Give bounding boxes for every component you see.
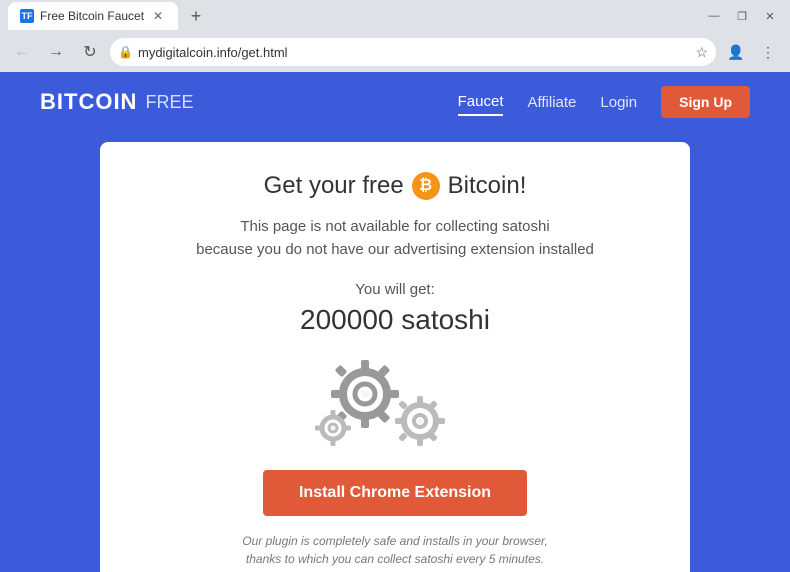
card-subtitle: This page is not available for collectin… [140,216,650,261]
browser-chrome: TF Free Bitcoin Faucet ✕ + — ❐ ✕ ← → ↻ 🔒… [0,0,790,72]
nav-login[interactable]: Login [600,90,637,115]
url-input[interactable] [110,38,716,66]
close-button[interactable]: ✕ [758,4,782,28]
logo-bitcoin-text: BITCOIN [40,89,137,115]
tab-title: Free Bitcoin Faucet [40,9,144,23]
you-will-get-label: You will get: [140,281,650,298]
tab-bar: TF Free Bitcoin Faucet ✕ + [8,2,210,30]
minimize-button[interactable]: — [702,4,726,28]
url-bar-actions: ☆ [695,44,708,61]
address-bar: ← → ↻ 🔒 ☆ 👤 ⋮ [0,32,790,72]
main-card: Get your free ₿ Bitcoin! This page is no… [100,142,690,572]
back-button[interactable]: ← [8,38,36,66]
site-navigation: BITCOIN FREE Faucet Affiliate Login Sign… [0,72,790,132]
reload-button[interactable]: ↻ [76,38,104,66]
install-extension-button[interactable]: Install Chrome Extension [263,470,527,516]
gears-svg [315,356,475,446]
title-bar: TF Free Bitcoin Faucet ✕ + — ❐ ✕ [0,0,790,32]
favicon-text: TF [22,11,33,21]
profile-icon[interactable]: 👤 [722,38,750,66]
gears-illustration [140,356,650,446]
title-prefix: Get your free [264,172,404,200]
card-title: Get your free ₿ Bitcoin! [140,172,650,200]
site-logo: BITCOIN FREE [40,89,193,115]
satoshi-amount: 200000 satoshi [140,304,650,336]
bitcoin-icon: ₿ [412,172,440,200]
bookmark-icon[interactable]: ☆ [695,44,708,61]
url-bar-wrap: 🔒 ☆ [110,38,716,66]
toolbar-right: 👤 ⋮ [722,38,782,66]
nav-affiliate[interactable]: Affiliate [527,90,576,115]
lock-icon: 🔒 [118,45,133,59]
restore-button[interactable]: ❐ [730,4,754,28]
new-tab-button[interactable]: + [182,2,210,30]
nav-links: Faucet Affiliate Login Sign Up [458,86,750,118]
install-note: Our plugin is completely safe and instal… [140,532,650,568]
logo-free-text: FREE [145,92,193,113]
nav-faucet[interactable]: Faucet [458,89,504,116]
signup-button[interactable]: Sign Up [661,86,750,118]
menu-icon[interactable]: ⋮ [754,38,782,66]
forward-button[interactable]: → [42,38,70,66]
window-controls: — ❐ ✕ [702,4,782,28]
tab-favicon: TF [20,9,34,23]
title-suffix: Bitcoin! [448,172,527,200]
page-content: PTC VISION BITCOIN FREE Faucet Affiliate… [0,72,790,572]
browser-tab[interactable]: TF Free Bitcoin Faucet ✕ [8,2,178,30]
tab-close-button[interactable]: ✕ [150,8,166,24]
